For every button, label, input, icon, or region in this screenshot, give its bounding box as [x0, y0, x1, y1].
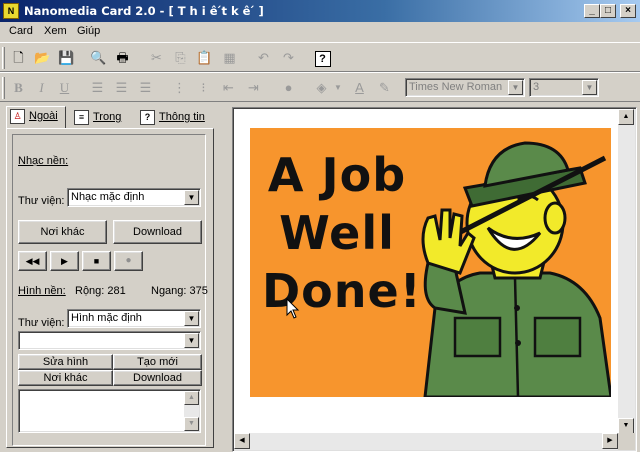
card-image[interactable]: A Job Well Done! [250, 128, 611, 397]
chevron-down-icon[interactable]: ▼ [184, 190, 199, 205]
scroll-right-icon[interactable]: ▶ [602, 433, 618, 449]
copy-icon[interactable]: ⎘ [169, 47, 192, 69]
menu-giup[interactable]: Giúp [77, 25, 100, 37]
align-left-icon[interactable]: ☰ [86, 77, 109, 99]
stop-icon[interactable]: ■ [82, 251, 111, 271]
format-toolbar: B I U ☰ ☰ ☰ ⋮ ⁝ ⇤ ⇥ ● ◈ ▼ A ✎ Times New … [0, 72, 640, 102]
cut-icon[interactable]: ✂ [145, 47, 168, 69]
image-width: Rộng: 281 [75, 285, 126, 297]
horizontal-scrollbar[interactable]: ◀ ▶ [234, 433, 618, 450]
play-icon[interactable]: ▶ [50, 251, 79, 271]
close-button[interactable]: × [620, 4, 636, 18]
tab-thong-tin[interactable]: ? Thông tin [136, 107, 212, 129]
soldier-illustration [421, 141, 611, 397]
font-size-value: 3 [533, 81, 540, 93]
save-icon[interactable]: 💾 [55, 47, 78, 69]
help-icon: ? [140, 110, 155, 125]
font-color-icon[interactable]: A [348, 77, 371, 99]
help-icon[interactable]: ? [311, 47, 334, 69]
tab-label: Ngoài [29, 110, 58, 122]
paste-icon[interactable]: 📋 [193, 47, 216, 69]
menu-bar: Card Xem Giúp [0, 22, 640, 41]
bullet-list-icon[interactable]: ⁝ [192, 77, 215, 99]
bold-icon[interactable]: B [7, 77, 30, 99]
numbered-list-icon[interactable]: ⋮ [168, 77, 191, 99]
minimize-button[interactable]: _ [584, 4, 600, 18]
insert-object-icon[interactable]: ● [277, 77, 300, 99]
font-name-value: Times New Roman [409, 81, 503, 93]
music-download-button[interactable]: Download [113, 220, 202, 244]
decrease-indent-icon[interactable]: ⇤ [217, 77, 240, 99]
chevron-down-icon[interactable]: ▼ [184, 333, 199, 348]
highlight-icon[interactable]: ✎ [373, 77, 396, 99]
maximize-button[interactable]: □ [600, 4, 616, 18]
music-library-select[interactable]: Nhạc mặc định ▼ [67, 188, 201, 207]
image-file-select[interactable]: ▼ [18, 331, 201, 350]
tab-trong[interactable]: ≡ Trong [70, 107, 131, 129]
fill-color-icon[interactable]: ◈ [310, 77, 333, 99]
align-center-icon[interactable]: ☰ [110, 77, 133, 99]
mouse-cursor-icon [286, 298, 300, 319]
font-size-select[interactable]: 3 ▼ [529, 78, 599, 97]
print-icon[interactable]: 🖶 [111, 47, 134, 69]
image-library-label: Thư viện: [18, 317, 65, 329]
increase-indent-icon[interactable]: ⇥ [242, 77, 265, 99]
tab-label: Thông tin [159, 111, 205, 123]
new-icon[interactable]: 🗋 [7, 47, 30, 69]
undo-icon[interactable]: ↶ [252, 47, 275, 69]
notes-scrollbar[interactable]: ▲ ▼ [184, 391, 199, 431]
rewind-icon[interactable]: ◀◀ [18, 251, 47, 271]
underline-icon[interactable]: U [53, 77, 76, 99]
music-heading: Nhạc nền: [18, 155, 69, 167]
image-other-button[interactable]: Nơi khác [18, 370, 113, 386]
redo-icon[interactable]: ↷ [277, 47, 300, 69]
chevron-down-icon[interactable]: ▼ [508, 80, 523, 95]
image-download-button[interactable]: Download [113, 370, 202, 386]
italic-icon[interactable]: I [30, 77, 53, 99]
chevron-down-icon[interactable]: ▼ [184, 311, 199, 326]
menu-card[interactable]: Card [9, 25, 33, 37]
menu-xem[interactable]: Xem [44, 25, 67, 37]
image-library-select[interactable]: Hình mặc định ▼ [67, 309, 201, 328]
chevron-down-icon[interactable]: ▼ [582, 80, 597, 95]
scroll-left-icon[interactable]: ◀ [234, 433, 250, 449]
vertical-scrollbar[interactable]: ▲ ▼ [618, 109, 635, 434]
scroll-down-icon[interactable]: ▼ [618, 418, 634, 434]
toolbar-grip[interactable] [2, 77, 5, 99]
card-canvas[interactable]: A Job Well Done! ▲ ▼ ◀ ▶ [232, 107, 637, 452]
fill-color-dropdown-icon[interactable]: ▼ [333, 77, 343, 99]
music-library-label: Thư viện: [18, 195, 65, 207]
scroll-down-icon[interactable]: ▼ [184, 417, 199, 431]
music-library-value: Nhạc mặc định [71, 191, 145, 203]
app-icon: N [3, 3, 19, 19]
edit-image-button[interactable]: Sửa hình [18, 354, 113, 370]
person-icon: ♙ [10, 109, 25, 124]
new-image-button[interactable]: Tạo mới [113, 354, 202, 370]
print-preview-icon[interactable]: 🔍 [87, 47, 110, 69]
toolbar-grip[interactable] [2, 47, 5, 69]
music-other-button[interactable]: Nơi khác [18, 220, 107, 244]
record-icon[interactable]: ● [114, 251, 143, 271]
tab-label: Trong [93, 111, 122, 123]
scroll-up-icon[interactable]: ▲ [184, 391, 199, 405]
align-right-icon[interactable]: ☰ [134, 77, 157, 99]
properties-panel: Nhạc nền: Thư viện: Nhạc mặc định ▼ Nơi … [6, 128, 214, 448]
tab-ngoai[interactable]: ♙ Ngoài [6, 106, 66, 129]
standard-toolbar: 🗋 📂 💾 🔍 🖶 ✂ ⎘ 📋 ▦ ↶ ↷ ? [0, 42, 640, 72]
title-bar: N Nanomedia Card 2.0 - [ T h i ê ́t k ê … [0, 0, 640, 22]
select-all-icon[interactable]: ▦ [218, 47, 241, 69]
open-folder-icon[interactable]: 📂 [31, 47, 54, 69]
window-title: Nanomedia Card 2.0 - [ T h i ê ́t k ê ́ … [24, 4, 264, 18]
panel-inner: Nhạc nền: Thư viện: Nhạc mặc định ▼ Nơi … [12, 134, 208, 446]
notes-textarea[interactable]: ▲ ▼ [18, 389, 201, 433]
image-library-value: Hình mặc định [71, 312, 142, 324]
scroll-up-icon[interactable]: ▲ [618, 109, 634, 125]
image-heading: Hình nền: [18, 285, 66, 297]
image-height: Ngang: 375 [151, 285, 208, 297]
page-icon: ≡ [74, 110, 89, 125]
scroll-corner [618, 433, 635, 450]
font-name-select[interactable]: Times New Roman ▼ [405, 78, 525, 97]
